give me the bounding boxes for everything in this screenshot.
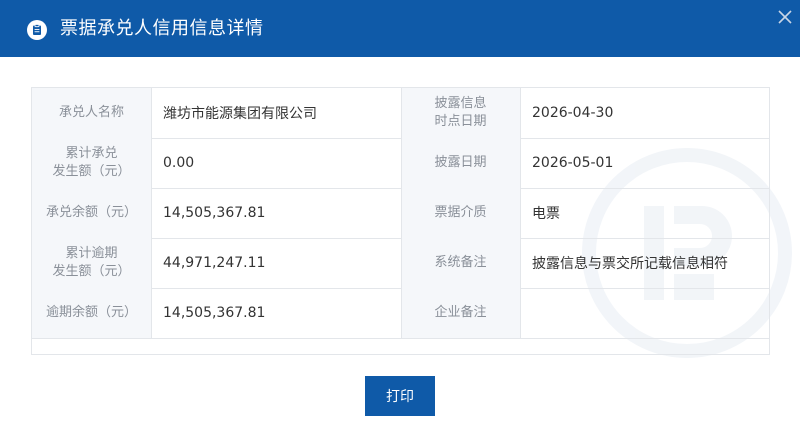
system-remark-value: 披露信息与票交所记载信息相符 (532, 256, 728, 272)
column-divider (151, 88, 152, 338)
company-remark-label: 企业备注 (401, 288, 520, 338)
acceptance-balance-value: 14,505,367.81 (163, 205, 266, 221)
dialog-header: 票据承兑人信用信息详情 (0, 0, 800, 57)
company-remark-value (520, 288, 769, 338)
dialog-title: 票据承兑人信用信息详情 (60, 18, 264, 39)
document-icon (27, 20, 47, 40)
disclosure-date-label: 披露日期 (401, 138, 520, 188)
bill-medium-label: 票据介质 (401, 188, 520, 238)
close-icon[interactable] (776, 8, 794, 26)
acceptance-balance-label: 承兑余额（元） (32, 188, 151, 238)
disclosure-point-date-label: 披露信息 时点日期 (401, 88, 520, 138)
disclosure-point-date-value: 2026-04-30 (532, 105, 614, 121)
credit-info-table: 承兑人名称 潍坊市能源集团有限公司 披露信息 时点日期 2026-04-30 累… (31, 87, 770, 355)
column-divider (401, 88, 402, 338)
cumulative-overdue-label: 累计逾期 发生额（元） (32, 238, 151, 288)
acceptor-name-value: 潍坊市能源集团有限公司 (163, 106, 317, 122)
acceptor-name-label: 承兑人名称 (32, 88, 151, 138)
disclosure-date-value: 2026-05-01 (532, 155, 614, 171)
system-remark-label: 系统备注 (401, 238, 520, 288)
column-divider (520, 88, 521, 338)
bill-medium-value: 电票 (532, 206, 560, 222)
overdue-balance-label: 逾期余额（元） (32, 288, 151, 338)
overdue-balance-value: 14,505,367.81 (163, 305, 266, 321)
cumulative-acceptance-value: 0.00 (163, 155, 195, 171)
cumulative-acceptance-label: 累计承兑 发生额（元） (32, 138, 151, 188)
print-button[interactable]: 打印 (365, 376, 435, 416)
cumulative-overdue-value: 44,971,247.11 (163, 255, 266, 271)
